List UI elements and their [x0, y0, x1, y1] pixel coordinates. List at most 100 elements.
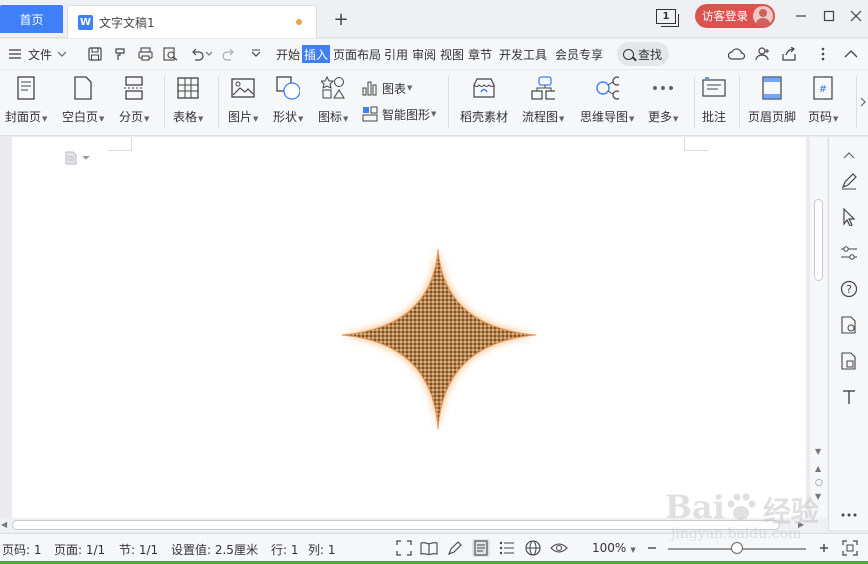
outline-view-icon[interactable] — [498, 539, 516, 557]
status-section[interactable]: 节: 1/1 — [119, 541, 158, 558]
picture-button[interactable]: 图片▼ — [228, 76, 258, 125]
four-point-star-shape[interactable] — [330, 239, 550, 439]
ribbon-divider — [448, 76, 449, 128]
vertical-scrollbar[interactable]: ▼ ▲ ○ ▼ — [810, 137, 827, 518]
hamburger-menu-icon[interactable] — [6, 45, 24, 63]
redo-icon[interactable] — [220, 45, 238, 63]
file-menu[interactable]: 文件 — [28, 45, 68, 63]
flowchart-button[interactable]: 流程图▼ — [522, 76, 564, 125]
zoom-out-icon[interactable] — [643, 539, 661, 557]
more-options-icon[interactable] — [814, 45, 832, 63]
scroll-right-icon[interactable]: ▶ — [798, 520, 804, 529]
adjust-sliders-icon[interactable] — [839, 243, 859, 263]
status-setting-value[interactable]: 设置值: 2.5厘米 — [171, 541, 258, 558]
smart-shape-button[interactable]: 智能图形 ▼ — [362, 104, 436, 124]
menu-member[interactable]: 会员专享 — [555, 45, 603, 63]
search-label: 查找 — [638, 47, 663, 62]
horizontal-scroll-thumb[interactable] — [12, 520, 780, 530]
horizontal-scrollbar[interactable]: ◀ ▶ — [0, 518, 828, 532]
undo-dropdown-icon[interactable] — [204, 45, 214, 63]
ribbon-divider — [218, 76, 219, 128]
eye-protection-icon[interactable] — [550, 539, 568, 557]
chart-button[interactable]: 图表 ▼ — [362, 78, 412, 98]
customize-toolbar-icon[interactable] — [247, 45, 265, 63]
tab-document[interactable]: W 文字文稿1 — [67, 5, 317, 38]
fullscreen-icon[interactable] — [395, 539, 413, 557]
document-area[interactable] — [0, 137, 808, 518]
scroll-left-icon[interactable]: ◀ — [1, 520, 7, 529]
search-button[interactable]: 查找 — [617, 42, 669, 66]
collaborate-icon[interactable] — [753, 45, 773, 63]
next-page-icon[interactable]: ▼ — [815, 492, 821, 501]
previous-page-icon[interactable]: ▲ — [815, 464, 821, 473]
docer-material-button[interactable]: 稻壳素材 — [460, 76, 508, 125]
browse-object-icon[interactable]: ○ — [815, 478, 823, 488]
minimize-icon[interactable] — [790, 6, 812, 26]
collapse-ribbon-icon[interactable] — [842, 45, 860, 63]
text-format-icon[interactable] — [839, 387, 859, 407]
page-number-button[interactable]: # 页码▼ — [808, 76, 838, 125]
format-painter-icon[interactable] — [111, 45, 129, 63]
cover-page-button[interactable]: 封面页▼ — [5, 76, 47, 125]
document-page[interactable] — [12, 137, 806, 518]
reading-mode-icon[interactable] — [420, 539, 438, 557]
menu-section[interactable]: 章节 — [468, 45, 492, 63]
maximize-icon[interactable] — [818, 6, 840, 26]
new-tab-button[interactable]: + — [330, 8, 352, 30]
menu-developer[interactable]: 开发工具 — [499, 45, 547, 63]
pen-edit-icon[interactable] — [839, 171, 859, 191]
select-cursor-icon[interactable] — [839, 207, 859, 227]
document-review-icon[interactable] — [839, 351, 859, 371]
fit-page-icon[interactable] — [841, 539, 859, 557]
ribbon-scroll-right-icon[interactable] — [856, 76, 868, 128]
save-icon[interactable] — [86, 45, 104, 63]
tab-home[interactable]: 首页 — [0, 5, 63, 33]
blank-page-button[interactable]: 空白页▼ — [62, 76, 104, 125]
vertical-scroll-thumb[interactable] — [814, 199, 823, 281]
page-break-button[interactable]: 分页▼ — [119, 76, 149, 125]
share-icon[interactable] — [779, 45, 799, 63]
status-pages[interactable]: 页面: 1/1 — [54, 541, 105, 558]
menu-review[interactable]: 审阅 — [412, 45, 436, 63]
shape-label: 形状 — [273, 110, 298, 124]
paragraph-options-icon[interactable] — [65, 151, 95, 165]
more-insert-label: 更多 — [648, 110, 673, 124]
page-number-label: 页码 — [808, 110, 833, 124]
write-mode-icon[interactable] — [446, 539, 464, 557]
mindmap-icon — [595, 76, 620, 100]
document-settings-icon[interactable] — [839, 315, 859, 335]
shape-button[interactable]: 形状▼ — [273, 76, 303, 125]
mindmap-button[interactable]: 思维导图▼ — [580, 76, 634, 125]
menu-page-layout[interactable]: 页面布局 — [333, 45, 381, 63]
help-icon[interactable]: ? — [839, 279, 859, 299]
print-preview-icon[interactable] — [161, 45, 179, 63]
table-button[interactable]: 表格▼ — [173, 76, 203, 125]
bar-chart-icon — [362, 81, 377, 96]
header-footer-button[interactable]: 页眉页脚 — [748, 76, 796, 125]
docer-material-icon — [472, 76, 496, 100]
close-icon[interactable] — [845, 6, 867, 26]
menu-insert[interactable]: 插入 — [302, 45, 331, 63]
zoom-level[interactable]: 100% ▼ — [592, 541, 636, 555]
scroll-down-icon[interactable]: ▼ — [815, 447, 821, 456]
more-insert-button[interactable]: 更多▼ — [648, 76, 678, 125]
page-view-icon[interactable] — [472, 539, 490, 557]
comment-button[interactable]: 批注 — [702, 76, 726, 125]
zoom-in-icon[interactable] — [815, 539, 833, 557]
status-column[interactable]: 列: 1 — [308, 541, 336, 558]
status-row[interactable]: 行: 1 — [271, 541, 299, 558]
window-count-icon[interactable]: 1 — [656, 9, 679, 27]
zoom-slider-handle[interactable] — [731, 542, 743, 554]
icon-library-button[interactable]: 图标▼ — [318, 76, 348, 125]
web-view-icon[interactable] — [524, 539, 542, 557]
cloud-sync-icon[interactable] — [727, 45, 747, 63]
more-panel-icon[interactable] — [839, 505, 859, 525]
collapse-up-icon[interactable] — [839, 145, 859, 165]
chevron-down-icon — [57, 51, 67, 57]
menu-references[interactable]: 引用 — [384, 45, 408, 63]
status-page-number[interactable]: 页码: 1 — [2, 541, 42, 558]
menu-start[interactable]: 开始 — [276, 45, 300, 63]
print-icon[interactable] — [136, 45, 154, 63]
visitor-login-button[interactable]: 访客登录 — [695, 4, 775, 28]
menu-view[interactable]: 视图 — [440, 45, 464, 63]
